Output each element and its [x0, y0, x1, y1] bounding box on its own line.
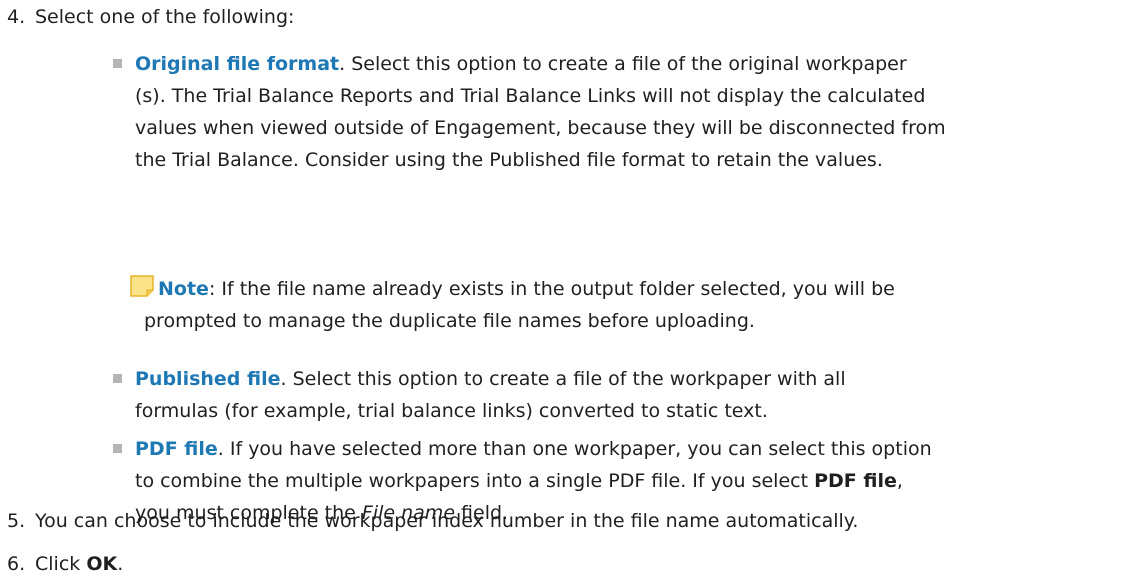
option-text-line: (s). The Trial Balance Reports and Trial… [135, 85, 926, 107]
option-text-line: the Trial Balance. Consider using the Pu… [135, 149, 883, 171]
option-text-line: . Select this option to create a file of… [339, 53, 907, 75]
step-text-punct: . [117, 553, 124, 575]
note-block: Note: If the file name already exists in… [130, 273, 1084, 337]
option-bold-term: PDF file [814, 470, 897, 492]
option-term: Published file [135, 368, 281, 390]
step-6: 6. Click OK. [7, 550, 123, 578]
step-4: 4. Select one of the following: [7, 3, 294, 31]
option-text-line: . If you have selected more than one wor… [217, 438, 932, 460]
step-text: Select one of the following: [35, 6, 295, 28]
step-number: 6. [7, 553, 26, 575]
note-label: Note [158, 278, 209, 300]
option-text-punct: , [896, 470, 903, 492]
step-5: 5. You can choose to include the workpape… [7, 507, 858, 535]
ok-label: OK [86, 553, 118, 575]
step-number: 4. [7, 6, 26, 28]
option-original-file-format: Original file format. Select this option… [113, 48, 1095, 176]
step-text: You can choose to include the workpaper … [35, 510, 859, 532]
note-icon [130, 275, 154, 297]
option-term: Original file format [135, 53, 340, 75]
note-text-line: prompted to manage the duplicate file na… [144, 310, 755, 332]
option-term: PDF file [135, 438, 218, 460]
bullet-marker [113, 374, 122, 383]
option-text-line: values when viewed outside of Engagement… [135, 117, 946, 139]
note-text-line: : If the file name already exists in the… [208, 278, 895, 300]
bullet-marker [113, 444, 122, 453]
option-published-file: Published file. Select this option to cr… [113, 363, 1095, 427]
option-text-line: formulas (for example, trial balance lin… [135, 400, 768, 422]
bullet-marker [113, 59, 122, 68]
option-text-line: . Select this option to create a file of… [280, 368, 846, 390]
option-text-line: to combine the multiple workpapers into … [135, 470, 815, 492]
step-text: Click [35, 553, 87, 575]
step-number: 5. [7, 510, 26, 532]
